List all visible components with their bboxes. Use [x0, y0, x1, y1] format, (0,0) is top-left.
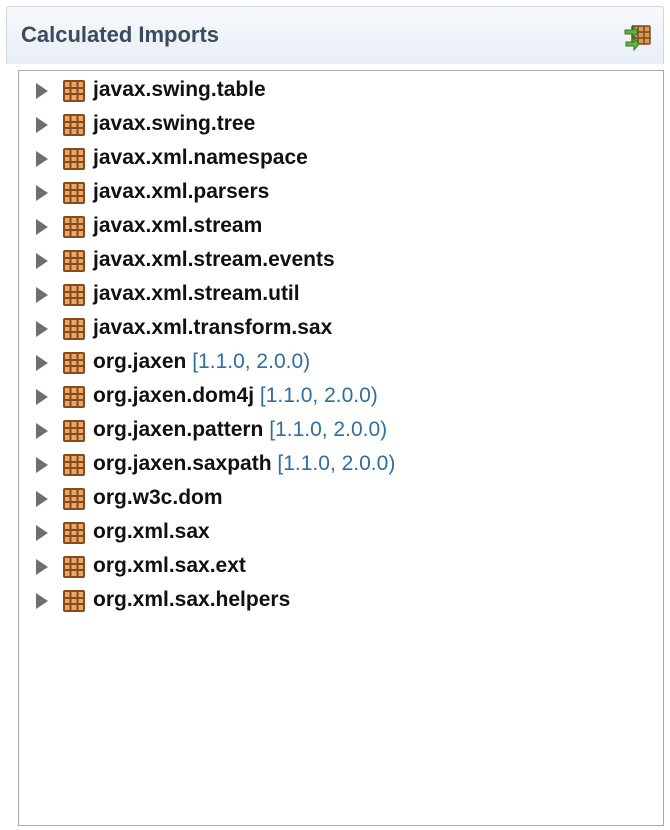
chevron-right-icon[interactable]: [36, 355, 48, 371]
package-icon: [62, 454, 86, 476]
chevron-right-icon[interactable]: [36, 559, 48, 575]
version-range: [1.1.0, 2.0.0): [192, 350, 311, 373]
package-name: javax.xml.namespace: [93, 146, 308, 169]
package-name: org.xml.sax: [93, 520, 210, 543]
package-icon: [62, 556, 86, 578]
tree-item[interactable]: org.jaxen [1.1.0, 2.0.0): [19, 345, 649, 379]
chevron-right-icon[interactable]: [36, 287, 48, 303]
panel-header: Calculated Imports: [6, 6, 664, 64]
package-icon: [62, 488, 86, 510]
panel-title: Calculated Imports: [21, 22, 220, 47]
tree-item[interactable]: javax.xml.stream.util: [19, 277, 649, 311]
package-icon: [62, 80, 86, 102]
tree-item[interactable]: org.jaxen.pattern [1.1.0, 2.0.0): [19, 413, 649, 447]
tree-item[interactable]: javax.xml.transform.sax: [19, 311, 649, 345]
tree-item-label: javax.xml.transform.sax: [93, 315, 332, 341]
tree-item[interactable]: javax.xml.stream.events: [19, 243, 649, 277]
chevron-right-icon[interactable]: [36, 117, 48, 133]
tree-item[interactable]: javax.swing.table: [19, 73, 649, 107]
chevron-right-icon[interactable]: [36, 321, 48, 337]
tree-item-label: org.jaxen.pattern [1.1.0, 2.0.0): [93, 417, 387, 443]
tree-item-label: org.xml.sax.helpers: [93, 587, 290, 613]
tree-item[interactable]: org.jaxen.saxpath [1.1.0, 2.0.0): [19, 447, 649, 481]
imports-tree[interactable]: javax.swing.table javax.swing.tree javax…: [18, 70, 664, 826]
package-icon: [62, 182, 86, 204]
calculated-imports-panel: Calculated Imports javax.swing.table jav…: [6, 6, 664, 826]
package-name: javax.swing.table: [93, 78, 266, 101]
chevron-right-icon[interactable]: [36, 457, 48, 473]
package-icon: [62, 318, 86, 340]
package-name: javax.xml.transform.sax: [93, 316, 333, 339]
tree-item[interactable]: org.xml.sax.helpers: [19, 583, 649, 617]
tree-item-label: org.xml.sax: [93, 519, 210, 545]
package-icon: [62, 420, 86, 442]
package-name: org.xml.sax.ext: [93, 554, 246, 577]
package-name: org.xml.sax.helpers: [93, 588, 291, 611]
chevron-right-icon[interactable]: [36, 253, 48, 269]
package-icon: [62, 284, 86, 306]
package-name: org.jaxen.dom4j: [93, 384, 255, 407]
tree-item-label: org.jaxen [1.1.0, 2.0.0): [93, 349, 310, 375]
package-icon: [62, 522, 86, 544]
tree-item-label: javax.swing.tree: [93, 111, 255, 137]
tree-item-label: org.w3c.dom: [93, 485, 223, 511]
tree-item-label: javax.swing.table: [93, 77, 266, 103]
package-icon: [62, 590, 86, 612]
tree-item[interactable]: javax.xml.parsers: [19, 175, 649, 209]
chevron-right-icon[interactable]: [36, 389, 48, 405]
version-range: [1.1.0, 2.0.0): [269, 418, 388, 441]
chevron-right-icon[interactable]: [36, 593, 48, 609]
chevron-right-icon[interactable]: [36, 83, 48, 99]
package-name: org.jaxen: [93, 350, 187, 373]
chevron-right-icon[interactable]: [36, 491, 48, 507]
tree-item-label: javax.xml.stream.util: [93, 281, 300, 307]
chevron-right-icon[interactable]: [36, 423, 48, 439]
package-name: org.jaxen.pattern: [93, 418, 264, 441]
tree-item[interactable]: org.jaxen.dom4j [1.1.0, 2.0.0): [19, 379, 649, 413]
tree-item[interactable]: javax.swing.tree: [19, 107, 649, 141]
package-icon: [62, 114, 86, 136]
package-name: javax.xml.stream: [93, 214, 263, 237]
package-icon: [62, 386, 86, 408]
package-name: org.w3c.dom: [93, 486, 223, 509]
tree-item-label: javax.xml.parsers: [93, 179, 269, 205]
version-range: [1.1.0, 2.0.0): [259, 384, 378, 407]
tree-item-label: javax.xml.stream: [93, 213, 262, 239]
chevron-right-icon[interactable]: [36, 525, 48, 541]
package-icon: [62, 352, 86, 374]
package-name: javax.swing.tree: [93, 112, 256, 135]
version-range: [1.1.0, 2.0.0): [277, 452, 396, 475]
package-icon: [62, 148, 86, 170]
package-name: javax.xml.parsers: [93, 180, 270, 203]
chevron-right-icon[interactable]: [36, 219, 48, 235]
chevron-right-icon[interactable]: [36, 185, 48, 201]
package-name: org.jaxen.saxpath: [93, 452, 272, 475]
tree-item-label: org.jaxen.saxpath [1.1.0, 2.0.0): [93, 451, 395, 477]
tree-item-label: org.jaxen.dom4j [1.1.0, 2.0.0): [93, 383, 378, 409]
package-name: javax.xml.stream.events: [93, 248, 335, 271]
import-export-icon[interactable]: [623, 21, 653, 52]
tree-item-label: org.xml.sax.ext: [93, 553, 246, 579]
package-icon: [62, 250, 86, 272]
chevron-right-icon[interactable]: [36, 151, 48, 167]
tree-item[interactable]: org.xml.sax: [19, 515, 649, 549]
tree-item[interactable]: javax.xml.namespace: [19, 141, 649, 175]
package-name: javax.xml.stream.util: [93, 282, 300, 305]
tree-item[interactable]: org.w3c.dom: [19, 481, 649, 515]
package-icon: [62, 216, 86, 238]
tree-item-label: javax.xml.stream.events: [93, 247, 335, 273]
tree-item-label: javax.xml.namespace: [93, 145, 308, 171]
tree-item[interactable]: javax.xml.stream: [19, 209, 649, 243]
tree-item[interactable]: org.xml.sax.ext: [19, 549, 649, 583]
